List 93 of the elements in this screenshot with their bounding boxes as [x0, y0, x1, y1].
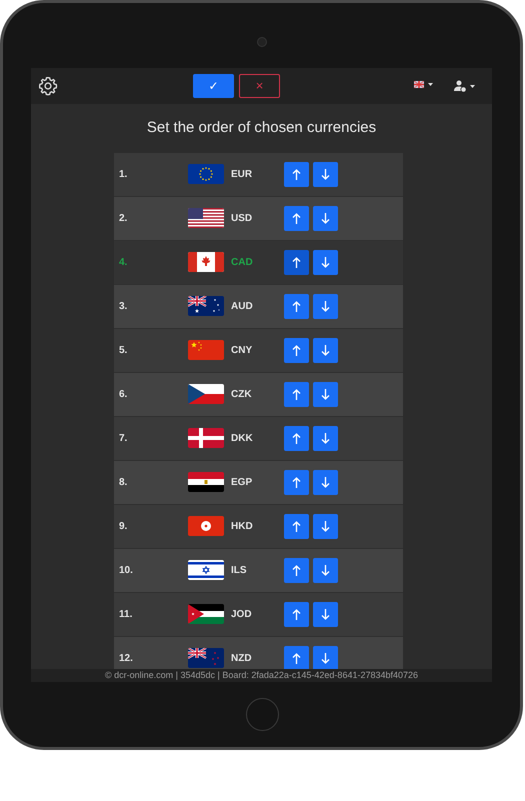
flag-icon	[188, 648, 224, 668]
move-up-button[interactable]	[284, 206, 309, 230]
arrow-up-icon	[292, 168, 301, 180]
flag-icon	[188, 604, 224, 624]
currency-code: EGP	[230, 476, 254, 490]
row-number: 9.	[118, 520, 128, 534]
flag-icon[interactable]	[414, 81, 424, 88]
arrow-down-icon	[321, 608, 330, 620]
arrow-down-icon	[321, 212, 330, 224]
flag-icon	[188, 340, 224, 360]
move-down-button[interactable]	[313, 426, 338, 450]
currency-code: HKD	[230, 520, 254, 534]
flag-icon	[188, 428, 224, 448]
flag-icon	[188, 164, 224, 184]
page-title: Set the order of chosen currencies	[146, 118, 376, 138]
move-up-button[interactable]	[284, 426, 309, 450]
move-down-button[interactable]	[313, 382, 338, 406]
move-down-button[interactable]	[313, 338, 338, 362]
arrow-down-icon	[321, 432, 330, 444]
arrow-up-icon	[292, 432, 301, 444]
move-up-button[interactable]	[284, 558, 309, 582]
arrow-up-icon	[292, 388, 301, 400]
move-down-button[interactable]	[313, 250, 338, 274]
row-number: 10.	[118, 564, 134, 578]
flag-icon	[188, 560, 224, 580]
move-up-button[interactable]	[284, 250, 309, 274]
row-number: 1.	[118, 168, 128, 182]
caret-icon[interactable]	[428, 83, 433, 86]
row-number: 6.	[118, 388, 128, 402]
currency-code: CAD	[230, 256, 254, 270]
row-number: 7.	[118, 432, 128, 446]
arrow-up-icon	[292, 652, 301, 664]
arrow-down-icon	[321, 564, 330, 576]
currency-code: EUR	[230, 168, 254, 182]
arrow-up-icon	[292, 212, 301, 224]
arrow-up-icon	[292, 476, 301, 488]
arrow-down-icon	[321, 300, 330, 312]
move-down-button[interactable]	[313, 470, 338, 494]
move-down-button[interactable]	[313, 646, 338, 669]
currency-code: JOD	[230, 608, 253, 622]
flag-icon	[188, 252, 224, 272]
arrow-up-icon	[292, 520, 301, 532]
arrow-up-icon	[292, 256, 301, 268]
move-up-button[interactable]	[284, 646, 309, 669]
move-down-button[interactable]	[313, 294, 338, 318]
move-down-button[interactable]	[313, 514, 338, 538]
flag-icon	[188, 472, 224, 492]
row-number: 8.	[118, 476, 128, 490]
arrow-down-icon	[321, 652, 330, 664]
row-number: 12.	[118, 652, 134, 666]
arrow-up-icon	[292, 344, 301, 356]
confirm-button[interactable]: ✓	[193, 74, 234, 98]
move-down-button[interactable]	[313, 162, 338, 186]
row-number: 2.	[118, 212, 128, 226]
arrow-up-icon	[292, 564, 301, 576]
currency-code: NZD	[230, 652, 253, 666]
arrow-down-icon	[321, 476, 330, 488]
flag-icon	[188, 384, 224, 404]
move-up-button[interactable]	[284, 470, 309, 494]
arrow-down-icon	[321, 256, 330, 268]
move-up-button[interactable]	[284, 514, 309, 538]
settings-icon[interactable]	[38, 76, 58, 96]
move-down-button[interactable]	[313, 206, 338, 230]
row-number: 3.	[118, 300, 128, 314]
currency-code: ILS	[230, 564, 248, 578]
move-up-button[interactable]	[284, 382, 309, 406]
move-up-button[interactable]	[284, 602, 309, 626]
caret-icon[interactable]	[470, 84, 475, 88]
move-up-button[interactable]	[284, 294, 309, 318]
move-up-button[interactable]	[284, 338, 309, 362]
arrow-down-icon	[321, 168, 330, 180]
cancel-button[interactable]: ×	[239, 74, 280, 98]
arrow-down-icon	[321, 520, 330, 532]
arrow-down-icon	[321, 388, 330, 400]
flag-icon	[188, 208, 224, 228]
currency-code: CZK	[230, 388, 253, 402]
currency-code: USD	[230, 212, 254, 226]
row-number: 5.	[118, 344, 128, 358]
footer-text: © dcr-online.com | 354d5dc | Board: 2fada22a-c145-42ed-8641-27834bf40726	[31, 669, 492, 682]
arrow-up-icon	[292, 608, 301, 620]
move-down-button[interactable]	[313, 602, 338, 626]
currency-code: AUD	[230, 300, 254, 314]
currency-code: CNY	[230, 344, 254, 358]
arrow-down-icon	[321, 344, 330, 356]
move-up-button[interactable]	[284, 162, 309, 186]
row-number: 11.	[118, 608, 134, 622]
flag-icon	[188, 296, 224, 316]
row-number: 4.	[118, 256, 128, 270]
arrow-up-icon	[292, 300, 301, 312]
user-icon[interactable]	[454, 80, 466, 92]
move-down-button[interactable]	[313, 558, 338, 582]
flag-icon	[188, 516, 224, 536]
currency-code: DKK	[230, 432, 254, 446]
